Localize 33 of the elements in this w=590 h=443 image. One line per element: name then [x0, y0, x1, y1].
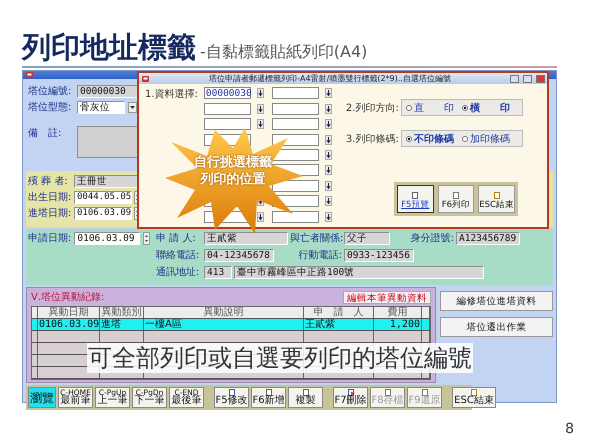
- field-label: 1.資料選擇:: [145, 88, 198, 102]
- slide-subtitle: -自黏標籤貼紙列印(A4): [200, 44, 368, 62]
- field-label: 殯 葬 者:: [28, 174, 69, 188]
- field-label: 備 註:: [28, 126, 62, 140]
- field-label: 塔位編號:: [28, 84, 72, 98]
- table-cell: 一樓A區: [144, 319, 304, 330]
- field-label: 3.列印條碼:: [346, 132, 399, 146]
- field-label: 申 請 人:: [156, 232, 197, 245]
- field-label: 出生日期:: [28, 190, 72, 204]
- table-cell: 進塔: [100, 319, 144, 330]
- field-label: 聯絡電話:: [156, 248, 200, 262]
- column-header: 異動說明: [144, 307, 304, 318]
- field-label: 塔位型態:: [28, 100, 72, 114]
- field-label: 身分證號:: [410, 232, 454, 245]
- table-cell: 0106.03.09: [38, 319, 100, 330]
- field-label: 行動電話:: [298, 248, 342, 262]
- field-label: 與亡者關係:: [290, 232, 342, 245]
- dialog-title: 塔位申請者郵遞標籤列印-A4雷射/噴墨雙行標籤(2*9)..自選塔位編號: [208, 73, 452, 84]
- table-cell: 1,200: [374, 319, 422, 330]
- callout-text: 自行挑選標籤 列印的位置: [194, 154, 272, 188]
- column-header: 費用: [374, 307, 422, 318]
- caption: 可全部列印或自選要列印的塔位編號: [87, 343, 473, 373]
- section-title: Ⅴ.塔位異動紀錄:: [31, 290, 104, 304]
- field-label: 申請日期:: [28, 232, 72, 245]
- table-cell: 王貳紫: [304, 319, 374, 330]
- column-header: 異動日期: [38, 307, 100, 318]
- field-label: 通訊地址:: [156, 266, 200, 279]
- page-number: 8: [565, 421, 574, 437]
- slide-title: 列印地址標籤: [22, 33, 196, 62]
- field-label: 2.列印方向:: [346, 102, 399, 114]
- column-header: 申 請 人: [304, 307, 374, 318]
- column-header: 異動類別: [100, 307, 144, 318]
- field-label: 進塔日期:: [28, 206, 72, 220]
